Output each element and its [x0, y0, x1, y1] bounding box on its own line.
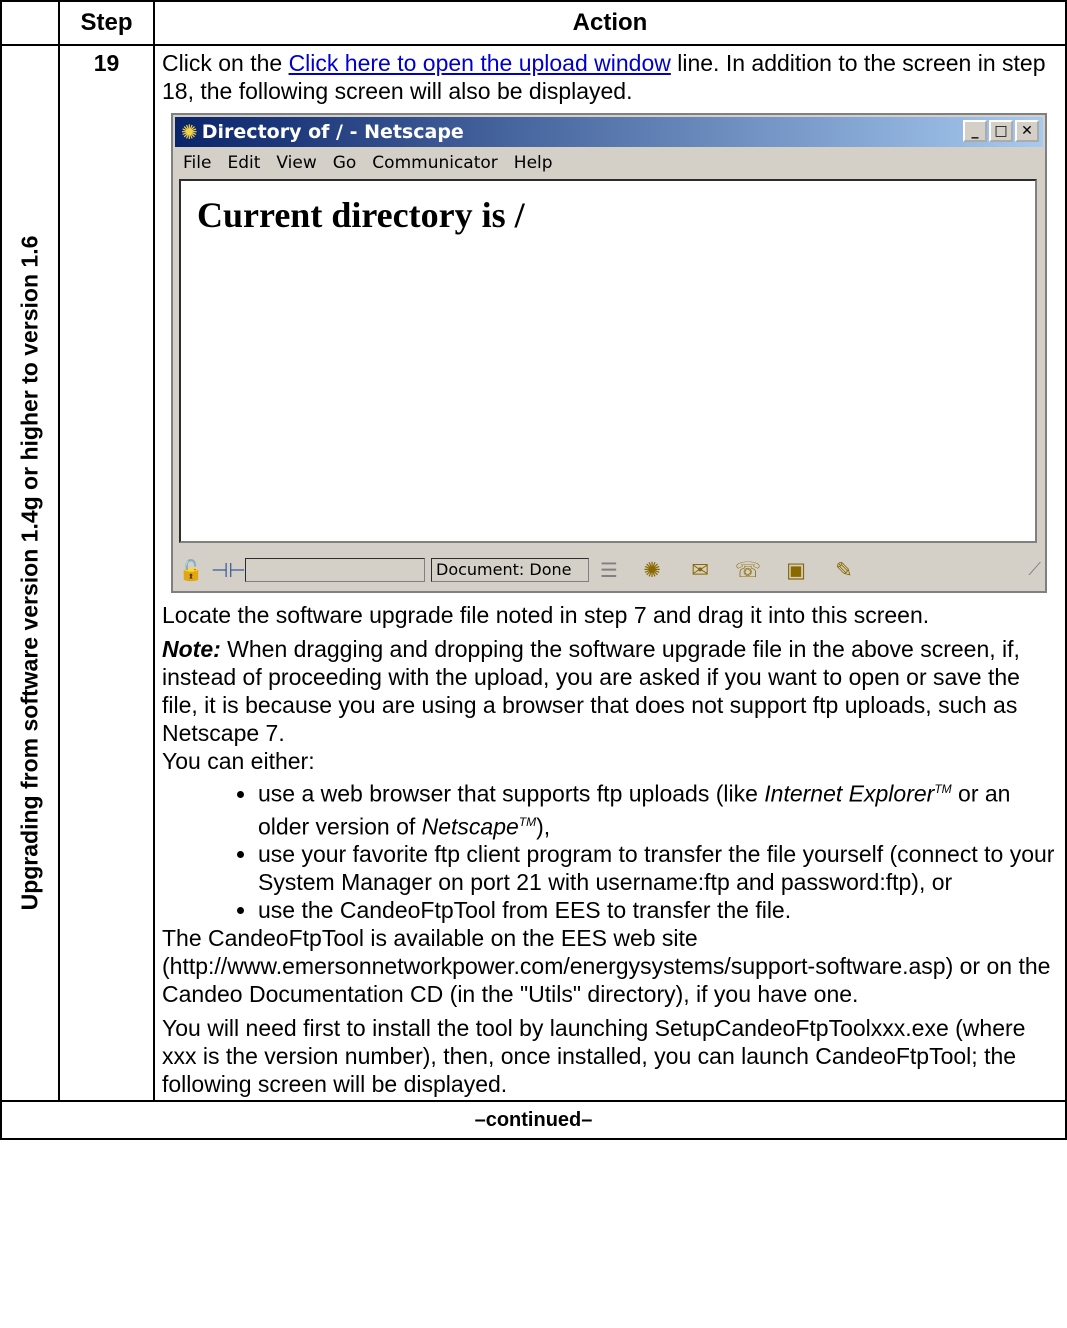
header-blank [0, 0, 60, 46]
intro-paragraph: Click on the Click here to open the uplo… [162, 49, 1059, 105]
section-label-cell: Upgrading from software version 1.4g or … [0, 43, 60, 1103]
procedure-table: Step Action Upgrading from software vers… [0, 0, 1067, 1141]
connection-plug-icon: ⊣⊢ [211, 558, 246, 582]
option1-ie: Internet Explorer [764, 780, 935, 807]
close-button[interactable]: ✕ [1015, 120, 1039, 142]
note-text: When dragging and dropping the software … [162, 636, 1020, 746]
options-list: use a web browser that supports ftp uplo… [162, 775, 1059, 924]
directory-heading: Current directory is / [197, 195, 525, 235]
browser-content-area[interactable]: Current directory is / [179, 179, 1037, 543]
navigator-icon[interactable]: ✺ [635, 556, 669, 584]
menu-go[interactable]: Go [325, 149, 365, 177]
either-paragraph: You can either: [162, 748, 315, 774]
option1-text-a: use a web browser that supports ftp uplo… [258, 780, 765, 807]
netscape-app-icon: ✺ [181, 120, 198, 144]
footer-row: –continued– [0, 1100, 1067, 1141]
minimize-button[interactable]: _ [963, 120, 987, 142]
window-controls: _ □ ✕ [963, 120, 1039, 142]
discussion-icon[interactable]: ☏ [731, 556, 765, 584]
security-lock-icon[interactable]: 🔓 [177, 556, 205, 584]
step-number: 19 [58, 43, 155, 1103]
header-action: Action [153, 0, 1067, 46]
composer-icon[interactable]: ✎ [827, 556, 861, 584]
menu-help[interactable]: Help [506, 149, 561, 177]
install-paragraph: You will need first to install the tool … [162, 1015, 1026, 1098]
menu-file[interactable]: File [175, 149, 219, 177]
note-paragraph: Note: When dragging and dropping the sof… [162, 635, 1059, 747]
section-label: Upgrading from software version 1.4g or … [16, 235, 43, 911]
menu-bar: File Edit View Go Communicator Help [175, 149, 1043, 177]
status-bar: 🔓 ⊣⊢ Document: Done ☰ ✺ ✉ ☏ ▣ ✎ ⟋ [177, 553, 1041, 587]
locate-paragraph: Locate the software upgrade file noted i… [162, 602, 930, 628]
component-bar: ✺ ✉ ☏ ▣ ✎ [635, 556, 861, 584]
list-item: use your favorite ftp client program to … [258, 840, 1059, 896]
intro-prefix: Click on the [162, 50, 289, 76]
menu-edit[interactable]: Edit [219, 149, 268, 177]
grip-divider-icon: ☰ [600, 558, 618, 582]
list-item: use a web browser that supports ftp uplo… [258, 775, 1059, 840]
header-row: Step Action [0, 0, 1067, 46]
menu-communicator[interactable]: Communicator [364, 149, 505, 177]
continued-label: –continued– [0, 1100, 1067, 1141]
step-row: Upgrading from software version 1.4g or … [0, 43, 1067, 1103]
resize-grip-icon[interactable]: ⟋ [1028, 556, 1041, 584]
list-item: use the CandeoFtpTool from EES to transf… [258, 896, 1059, 924]
window-titlebar: ✺ Directory of / - Netscape _ □ ✕ [175, 117, 1043, 147]
option1-text-c: ), [536, 813, 551, 840]
netscape-window: ✺ Directory of / - Netscape _ □ ✕ File E… [171, 113, 1047, 593]
action-cell: Click on the Click here to open the uplo… [153, 43, 1067, 1103]
upload-window-link[interactable]: Click here to open the upload window [289, 50, 671, 76]
header-step: Step [58, 0, 155, 46]
option1-tm: TM [934, 782, 952, 796]
maximize-button[interactable]: □ [989, 120, 1013, 142]
progress-field [245, 558, 425, 582]
mail-icon[interactable]: ✉ [683, 556, 717, 584]
tool-paragraph: The CandeoFtpTool is available on the EE… [162, 925, 1051, 1008]
window-title: Directory of / - Netscape [201, 121, 464, 143]
option1-netscape: Netscape [421, 813, 519, 840]
note-label: Note: [162, 636, 221, 662]
status-text: Document: Done [431, 558, 589, 582]
option1-tm2: TM [518, 814, 537, 829]
address-book-icon[interactable]: ▣ [779, 556, 813, 584]
menu-view[interactable]: View [268, 149, 324, 177]
